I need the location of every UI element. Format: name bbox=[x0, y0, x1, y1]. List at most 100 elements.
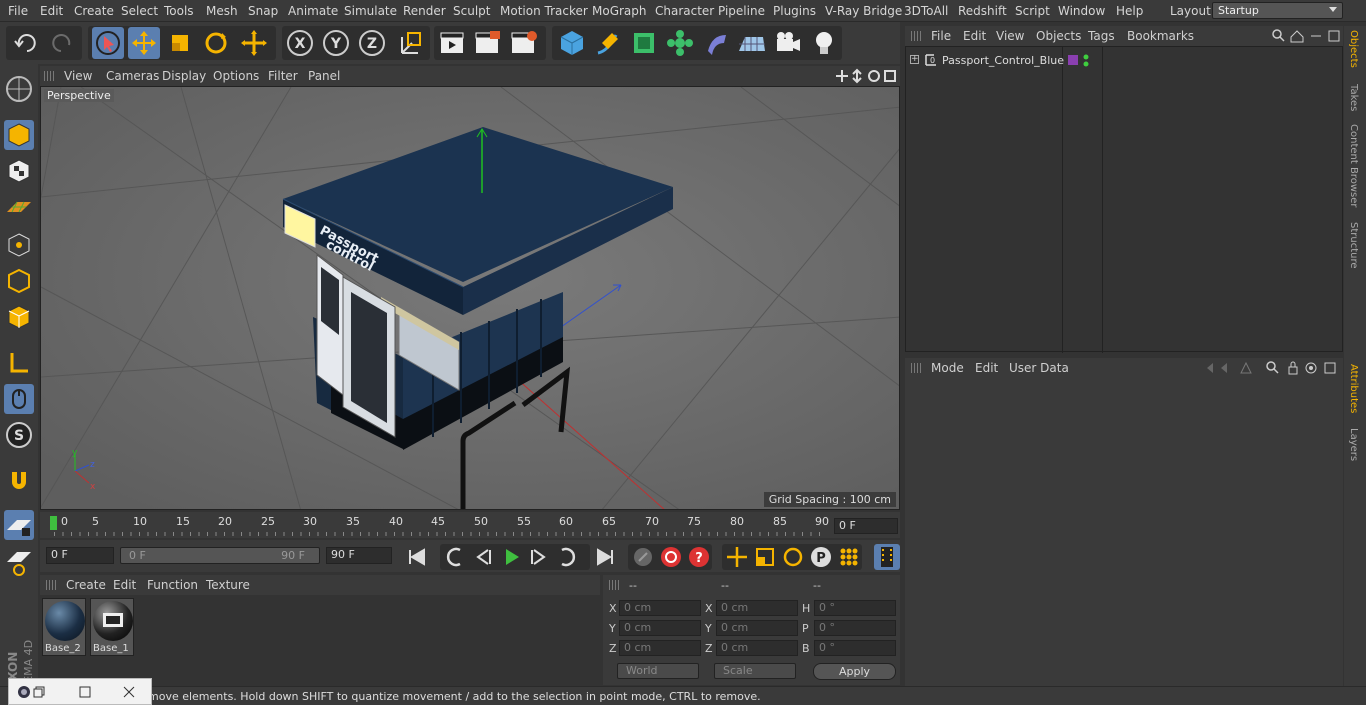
live-selection-button[interactable] bbox=[92, 27, 124, 59]
restore-icon[interactable] bbox=[33, 686, 45, 698]
visibility-dots-icon[interactable] bbox=[1082, 54, 1090, 68]
size-z-field[interactable]: 0 cm bbox=[716, 640, 798, 656]
material-menu-edit[interactable]: Edit bbox=[113, 578, 136, 592]
key-rotation-button[interactable] bbox=[780, 544, 806, 570]
rotate-tool-button[interactable] bbox=[200, 27, 232, 59]
viewport-nav-icons[interactable] bbox=[834, 68, 898, 84]
go-to-end-button[interactable] bbox=[592, 544, 618, 570]
object-name[interactable]: Passport_Control_Blue bbox=[942, 54, 1064, 67]
undo-button[interactable] bbox=[10, 27, 42, 59]
position-z-field[interactable]: 0 cm bbox=[619, 640, 701, 656]
menu-3dtoall[interactable]: 3DToAll bbox=[904, 4, 948, 18]
frame-range-slider[interactable]: 0 F 90 F bbox=[120, 547, 320, 564]
attributes-menu-user-data[interactable]: User Data bbox=[1009, 361, 1069, 375]
menu-window[interactable]: Window bbox=[1058, 4, 1105, 18]
position-y-field[interactable]: 0 cm bbox=[619, 620, 701, 636]
menu-animate[interactable]: Animate bbox=[288, 4, 338, 18]
key-scale-button[interactable] bbox=[752, 544, 778, 570]
render-view-button[interactable] bbox=[436, 27, 468, 59]
menu-file[interactable]: File bbox=[8, 4, 28, 18]
key-pla-button[interactable] bbox=[836, 544, 862, 570]
menu-redshift[interactable]: Redshift bbox=[958, 4, 1007, 18]
record-keyframes-button[interactable] bbox=[658, 544, 684, 570]
menu-mesh[interactable]: Mesh bbox=[206, 4, 238, 18]
prev-frame-button[interactable] bbox=[470, 544, 496, 570]
tab-layers[interactable]: Layers bbox=[1348, 428, 1359, 461]
start-frame-field[interactable]: 0 F bbox=[46, 547, 114, 564]
deformer-button[interactable] bbox=[700, 27, 732, 59]
playhead-marker[interactable] bbox=[50, 516, 57, 530]
menu-select[interactable]: Select bbox=[121, 4, 158, 18]
render-picture-viewer-button[interactable] bbox=[472, 27, 504, 59]
go-to-start-button[interactable] bbox=[404, 544, 430, 570]
current-frame-field[interactable]: 0 F bbox=[834, 518, 898, 534]
viewport-menu-panel[interactable]: Panel bbox=[308, 69, 340, 83]
menu-pipeline[interactable]: Pipeline bbox=[718, 4, 765, 18]
viewport-menu-view[interactable]: View bbox=[64, 69, 92, 83]
play-button[interactable] bbox=[498, 544, 524, 570]
objects-menu-objects[interactable]: Objects bbox=[1036, 29, 1081, 43]
objects-menu-tags[interactable]: Tags bbox=[1088, 29, 1115, 43]
rotation-h-field[interactable]: 0 ° bbox=[814, 600, 896, 616]
mograph-cloner-button[interactable] bbox=[664, 27, 696, 59]
tab-attributes[interactable]: Attributes bbox=[1348, 364, 1359, 413]
menu-help[interactable]: Help bbox=[1116, 4, 1143, 18]
timeline-button[interactable] bbox=[874, 544, 900, 570]
menu-simulate[interactable]: Simulate bbox=[344, 4, 397, 18]
menu-character[interactable]: Character bbox=[655, 4, 714, 18]
menu-script[interactable]: Script bbox=[1015, 4, 1050, 18]
next-key-button[interactable] bbox=[554, 544, 580, 570]
menu-vray-bridge[interactable]: V-Ray Bridge bbox=[825, 4, 902, 18]
menu-tools[interactable]: Tools bbox=[164, 4, 194, 18]
object-manager-nav-icons[interactable] bbox=[1271, 28, 1341, 44]
menu-render[interactable]: Render bbox=[403, 4, 446, 18]
z-axis-button[interactable]: Z bbox=[356, 27, 388, 59]
tab-objects[interactable]: Objects bbox=[1348, 30, 1359, 68]
floor-button[interactable] bbox=[736, 27, 768, 59]
texture-mode-button[interactable] bbox=[4, 156, 34, 186]
autokeying-button[interactable]: ? bbox=[686, 544, 712, 570]
size-y-field[interactable]: 0 cm bbox=[716, 620, 798, 636]
menu-sculpt[interactable]: Sculpt bbox=[453, 4, 490, 18]
key-parameter-button[interactable]: P bbox=[808, 544, 834, 570]
material-swatch[interactable]: Base_2 bbox=[42, 598, 86, 656]
material-swatch[interactable]: Base_1 bbox=[90, 598, 134, 656]
light-button[interactable] bbox=[808, 27, 840, 59]
viewport-menu-cameras[interactable]: Cameras bbox=[106, 69, 159, 83]
move-tool-button[interactable] bbox=[128, 27, 160, 59]
menu-mograph[interactable]: MoGraph bbox=[592, 4, 647, 18]
tab-takes[interactable]: Takes bbox=[1348, 84, 1359, 111]
polygons-mode-button[interactable] bbox=[4, 302, 34, 332]
menu-snap[interactable]: Snap bbox=[248, 4, 278, 18]
pen-tool-button[interactable] bbox=[592, 27, 624, 59]
material-menu-create[interactable]: Create bbox=[66, 578, 106, 592]
expand-icon[interactable]: + bbox=[910, 55, 919, 64]
planar-workplane-button[interactable] bbox=[4, 548, 34, 578]
snap-button[interactable]: S bbox=[4, 420, 34, 450]
magnet-button[interactable] bbox=[4, 466, 34, 496]
attributes-menu-mode[interactable]: Mode bbox=[931, 361, 964, 375]
perspective-viewport[interactable]: Passport control y z x Perspective Grid … bbox=[40, 86, 900, 510]
model-mode-button[interactable] bbox=[4, 120, 34, 150]
objects-menu-edit[interactable]: Edit bbox=[963, 29, 986, 43]
menu-edit[interactable]: Edit bbox=[40, 4, 63, 18]
y-axis-button[interactable]: Y bbox=[320, 27, 352, 59]
viewport-menu-filter[interactable]: Filter bbox=[268, 69, 298, 83]
cube-button[interactable] bbox=[556, 27, 588, 59]
objects-menu-file[interactable]: File bbox=[931, 29, 951, 43]
size-x-field[interactable]: 0 cm bbox=[716, 600, 798, 616]
redo-button[interactable] bbox=[46, 27, 78, 59]
transform-mode-dropdown[interactable]: Scale bbox=[714, 663, 796, 679]
render-settings-button[interactable] bbox=[508, 27, 540, 59]
menu-motion-tracker[interactable]: Motion Tracker bbox=[500, 4, 588, 18]
scale-tool-button[interactable] bbox=[164, 27, 196, 59]
recent-tool-button[interactable] bbox=[238, 27, 270, 59]
material-menu-texture[interactable]: Texture bbox=[206, 578, 250, 592]
x-axis-button[interactable]: X bbox=[284, 27, 316, 59]
camera-button[interactable] bbox=[772, 27, 804, 59]
viewport-menu-display[interactable]: Display bbox=[162, 69, 206, 83]
edges-mode-button[interactable] bbox=[4, 266, 34, 296]
apply-button[interactable]: Apply bbox=[813, 663, 896, 680]
tab-content-browser[interactable]: Content Browser bbox=[1348, 124, 1359, 207]
objects-menu-view[interactable]: View bbox=[996, 29, 1024, 43]
